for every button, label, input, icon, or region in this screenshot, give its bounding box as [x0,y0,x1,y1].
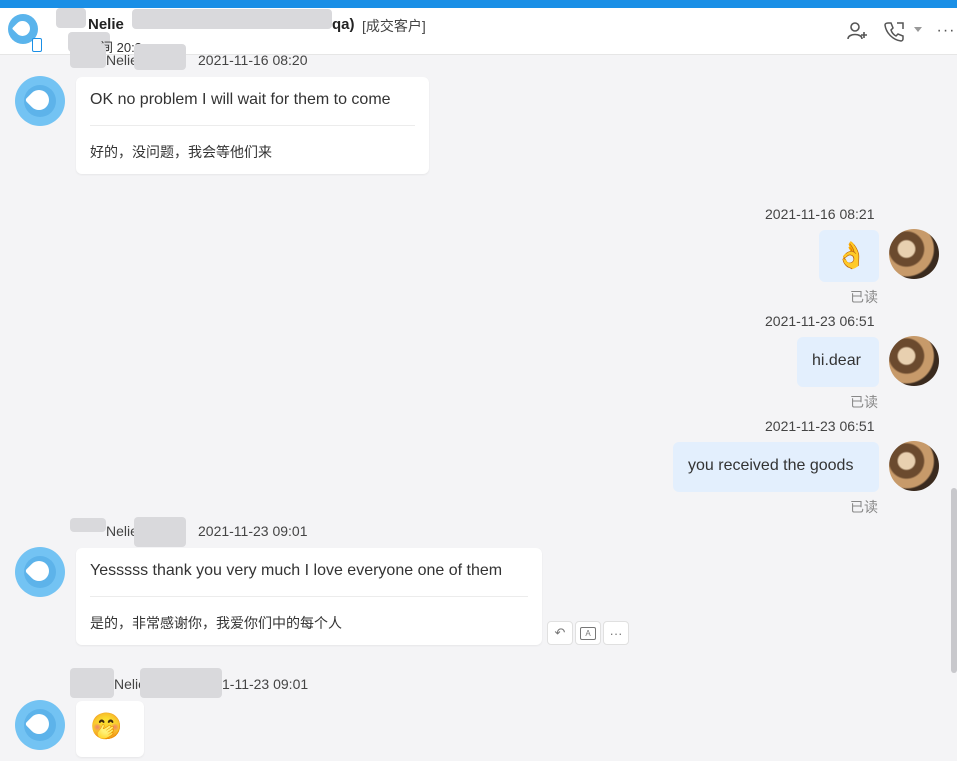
my-avatar[interactable] [889,336,939,386]
sender-avatar[interactable] [15,547,65,597]
translate-icon[interactable]: A [575,621,601,645]
divider [90,596,528,597]
my-avatar[interactable] [889,229,939,279]
blurred-region [134,44,186,70]
read-status: 已读 [850,289,878,305]
reply-icon[interactable]: ↶ [547,621,573,645]
message-text: hi.dear [812,352,861,369]
contact-name-suffix: qa) [332,16,355,33]
message-time: 2021-11-23 06:51 [765,418,875,434]
more-icon[interactable]: ··· [603,621,629,645]
message-text: OK no problem I will wait for them to co… [90,91,391,108]
message-time: 2021-11-16 08:21 [765,206,875,222]
chevron-down-icon[interactable] [914,27,922,32]
message-time: 2021-11-16 08:20 [198,52,308,68]
message-bubble[interactable]: 🤭 [76,701,144,757]
translation-text: 好的，没问题，我会等他们来 [90,144,272,160]
sender-avatar[interactable] [15,76,65,126]
emoji: 👌 [835,240,868,270]
call-icon[interactable] [880,18,908,44]
message-bubble[interactable]: you received the goods [673,442,879,492]
blurred-region [134,517,186,547]
message-text: you received the goods [688,457,854,474]
sender-avatar[interactable] [15,700,65,750]
message-bubble[interactable]: hi.dear [797,337,879,387]
blurred-region [132,9,332,29]
blurred-region [70,668,114,698]
emoji: 🤭 [90,711,123,741]
blurred-region [140,668,222,698]
add-contact-icon[interactable] [843,18,871,44]
translate-glyph: A [580,626,596,640]
customer-tag: [成交客户] [362,18,426,34]
my-avatar[interactable] [889,441,939,491]
blurred-region [56,8,86,28]
message-time: 2021-11-23 06:51 [765,313,875,329]
message-bubble[interactable]: OK no problem I will wait for them to co… [76,77,429,174]
contact-name[interactable]: Nelie [88,16,124,33]
message-text: Yesssss thank you very much I love every… [90,562,503,579]
blurred-region [70,44,106,68]
message-bubble[interactable]: 👌 [819,230,879,282]
scrollbar[interactable] [951,488,957,673]
message-time: 2021-11-23 09:01 [198,523,308,539]
blurred-region [70,518,106,532]
window-top-strip [0,0,957,8]
phone-icon [32,38,42,52]
divider [90,125,415,126]
more-icon[interactable]: ··· [932,18,957,44]
message-bubble[interactable]: Yesssss thank you very much I love every… [76,548,542,645]
message-time: 1-11-23 09:01 [222,676,309,692]
read-status: 已读 [850,394,878,410]
read-status: 已读 [850,499,878,515]
translation-text: 是的，非常感谢你，我爱你们中的每个人 [90,615,342,631]
